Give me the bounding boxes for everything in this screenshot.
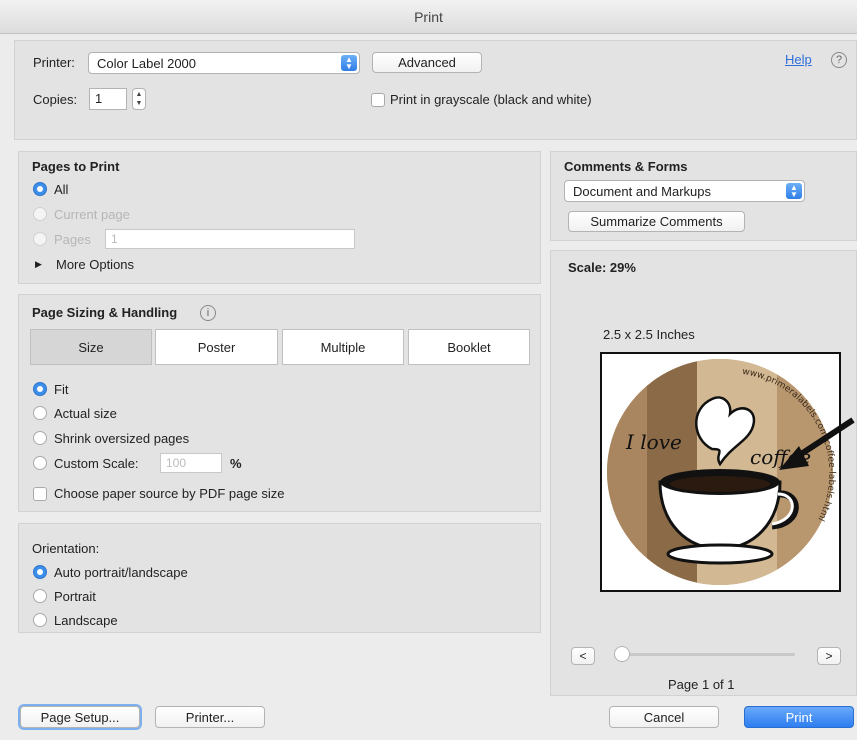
tab-poster[interactable]: Poster	[155, 329, 278, 365]
pages-range-value: 1	[111, 232, 118, 246]
paper-source-checkbox[interactable]	[33, 487, 47, 501]
disclosure-triangle-icon[interactable]: ▶	[35, 259, 42, 270]
help-link[interactable]: Help	[785, 52, 812, 67]
paper-source-label: Choose paper source by PDF page size	[54, 486, 285, 501]
pages-current-label: Current page	[54, 207, 130, 222]
pages-to-print-title: Pages to Print	[32, 159, 120, 174]
custom-scale-value: 100	[166, 456, 187, 470]
next-page-button[interactable]: >	[817, 647, 841, 665]
help-question-icon[interactable]: ?	[831, 52, 847, 68]
page-setup-button[interactable]: Page Setup...	[20, 706, 140, 728]
page-sizing-panel	[18, 294, 541, 512]
previous-page-button[interactable]: <	[571, 647, 595, 665]
label-text-love: I love	[625, 430, 682, 454]
page-slider-track[interactable]	[622, 653, 795, 656]
auto-orientation-radio[interactable]	[33, 565, 47, 579]
printer-button[interactable]: Printer...	[155, 706, 265, 728]
landscape-radio[interactable]	[33, 613, 47, 627]
grayscale-label: Print in grayscale (black and white)	[390, 92, 592, 107]
printer-select-value: Color Label 2000	[97, 55, 197, 71]
pages-range-input[interactable]: 1	[105, 229, 355, 249]
page-slider-thumb[interactable]	[614, 646, 630, 662]
pages-range-radio[interactable]	[33, 232, 47, 246]
tab-multiple[interactable]: Multiple	[282, 329, 404, 365]
pages-range-label: Pages	[54, 232, 91, 247]
tab-poster-label: Poster	[197, 339, 236, 355]
tab-booklet[interactable]: Booklet	[408, 329, 530, 365]
landscape-label: Landscape	[54, 613, 118, 628]
summarize-comments-button[interactable]: Summarize Comments	[568, 211, 745, 232]
annotation-arrow-icon	[779, 417, 855, 470]
page-sizing-title: Page Sizing & Handling	[32, 305, 178, 320]
print-button[interactable]: Print	[744, 706, 854, 728]
page-indicator: Page 1 of 1	[668, 677, 735, 692]
copies-value: 1	[95, 91, 103, 106]
actual-size-label: Actual size	[54, 406, 117, 421]
actual-size-radio[interactable]	[33, 406, 47, 420]
chevron-left-icon: <	[579, 649, 587, 663]
fit-label: Fit	[54, 382, 69, 397]
more-options-label[interactable]: More Options	[56, 257, 134, 272]
portrait-label: Portrait	[54, 589, 96, 604]
printer-label: Printer:	[33, 55, 75, 70]
copies-label: Copies:	[33, 92, 78, 107]
copies-input[interactable]: 1	[89, 88, 127, 110]
auto-orientation-label: Auto portrait/landscape	[54, 565, 188, 580]
shrink-oversized-radio[interactable]	[33, 431, 47, 445]
tab-multiple-label: Multiple	[320, 339, 366, 355]
copies-stepper-icon[interactable]: ▲ ▼	[132, 88, 146, 110]
cancel-button[interactable]: Cancel	[609, 706, 719, 728]
pages-all-label: All	[54, 182, 69, 197]
custom-scale-input[interactable]: 100	[160, 453, 222, 473]
advanced-button[interactable]: Advanced	[372, 52, 482, 73]
comments-forms-title: Comments & Forms	[564, 159, 688, 174]
tab-size[interactable]: Size	[30, 329, 152, 365]
pages-current-radio[interactable]	[33, 207, 47, 221]
percent-sign: %	[230, 456, 242, 471]
grayscale-checkbox[interactable]	[371, 93, 385, 107]
select-stepper-icon: ▲ ▼	[341, 55, 357, 71]
custom-scale-radio[interactable]	[33, 456, 47, 470]
printer-select[interactable]: Color Label 2000 ▲ ▼	[88, 52, 360, 74]
info-icon[interactable]: i	[200, 305, 216, 321]
shrink-oversized-label: Shrink oversized pages	[54, 431, 190, 446]
tab-booklet-label: Booklet	[447, 339, 491, 355]
orientation-title: Orientation:	[32, 541, 100, 556]
portrait-radio[interactable]	[33, 589, 47, 603]
tab-size-label: Size	[78, 339, 104, 355]
comments-forms-value: Document and Markups	[573, 183, 712, 199]
pages-all-radio[interactable]	[33, 182, 47, 196]
window-title-bar: Print	[0, 0, 857, 34]
scale-label: Scale: 29%	[568, 260, 636, 275]
comments-forms-select[interactable]: Document and Markups ▲ ▼	[564, 180, 805, 202]
fit-radio[interactable]	[33, 382, 47, 396]
chevron-right-icon: >	[825, 649, 833, 663]
select-stepper-icon: ▲ ▼	[786, 183, 802, 199]
window-title: Print	[414, 9, 443, 25]
preview-size-label: 2.5 x 2.5 Inches	[603, 327, 695, 342]
custom-scale-label: Custom Scale:	[54, 456, 139, 471]
